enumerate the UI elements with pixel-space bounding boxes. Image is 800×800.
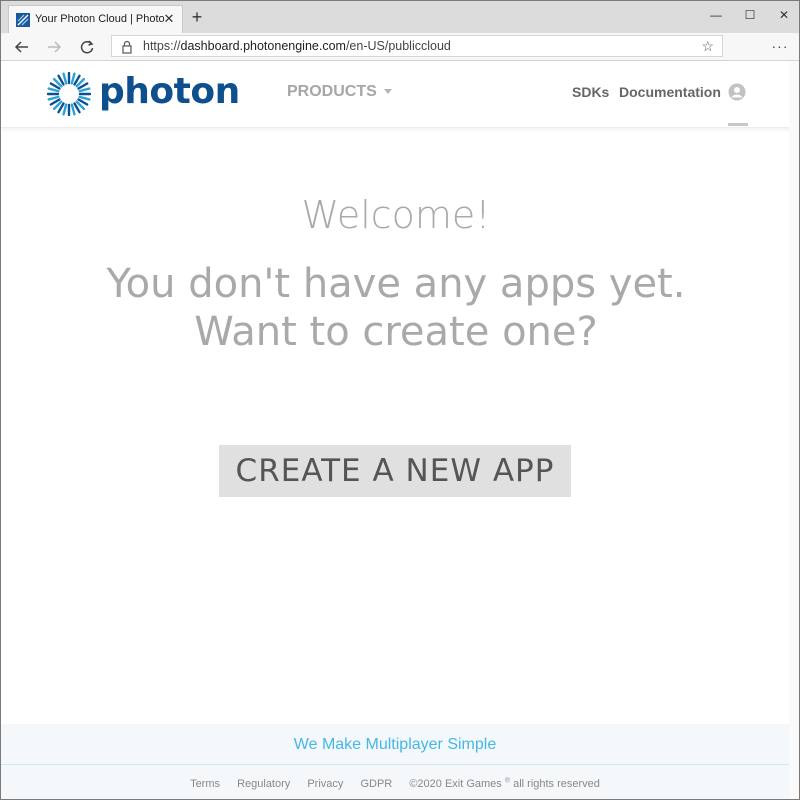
browser-menu-icon[interactable]: ··· bbox=[769, 36, 791, 58]
nav-sdks-link[interactable]: SDKs bbox=[572, 84, 609, 100]
footer-links: Terms Regulatory Privacy GDPR ©2020 Exit… bbox=[1, 777, 789, 790]
close-window-button[interactable]: ✕ bbox=[766, 1, 799, 29]
active-indicator bbox=[728, 123, 748, 126]
back-arrow-icon bbox=[14, 41, 28, 53]
products-menu[interactable]: PRODUCTS bbox=[287, 83, 377, 101]
logo-ray bbox=[62, 72, 68, 85]
logo-ray bbox=[70, 72, 76, 85]
logo-text: photon bbox=[99, 71, 240, 112]
tab-title: Your Photon Cloud | Photon Engine bbox=[35, 13, 165, 25]
tab-close-icon[interactable]: ✕ bbox=[161, 11, 177, 27]
favorite-star-icon[interactable]: ☆ bbox=[701, 38, 714, 55]
logo-ray bbox=[78, 87, 91, 93]
lock-icon bbox=[122, 40, 132, 54]
refresh-button[interactable] bbox=[76, 36, 98, 58]
caret-down-icon bbox=[384, 89, 392, 94]
logo-ray bbox=[78, 95, 91, 101]
photon-logo[interactable]: photon bbox=[47, 69, 240, 119]
logo-ray bbox=[62, 103, 68, 116]
tagline-text: We Make Multiplayer Simple bbox=[293, 736, 497, 753]
url-text: https://dashboard.photonengine.com/en-US… bbox=[143, 39, 451, 53]
site-header: photon PRODUCTS SDKs Documentation bbox=[1, 61, 799, 128]
minimize-button[interactable]: — bbox=[698, 1, 734, 29]
footer-links-bar: Terms Regulatory Privacy GDPR ©2020 Exit… bbox=[1, 765, 799, 799]
forward-button[interactable] bbox=[43, 36, 65, 58]
photon-favicon-icon bbox=[16, 13, 30, 27]
no-apps-message: You don't have any apps yet. bbox=[106, 261, 686, 307]
browser-tab[interactable]: Your Photon Cloud | Photon Engine ✕ bbox=[8, 5, 183, 33]
tab-strip: Your Photon Cloud | Photon Engine ✕ + — … bbox=[1, 1, 799, 33]
refresh-icon bbox=[80, 40, 94, 54]
footer-link-regulatory[interactable]: Regulatory bbox=[237, 778, 290, 790]
nav-documentation-link[interactable]: Documentation bbox=[619, 84, 721, 100]
address-bar[interactable]: https://dashboard.photonengine.com/en-US… bbox=[111, 35, 723, 57]
browser-toolbar: https://dashboard.photonengine.com/en-US… bbox=[1, 33, 799, 61]
new-tab-button[interactable]: + bbox=[187, 8, 207, 28]
user-account-icon[interactable] bbox=[728, 83, 746, 101]
photon-logo-icon bbox=[47, 72, 91, 116]
footer-link-terms[interactable]: Terms bbox=[190, 778, 220, 790]
welcome-heading: Welcome! bbox=[301, 193, 491, 237]
scrollbar[interactable] bbox=[789, 61, 799, 799]
logo-ray bbox=[47, 87, 60, 93]
copyright-text: ©2020 Exit Games ® all rights reserved bbox=[409, 777, 600, 790]
footer-link-gdpr[interactable]: GDPR bbox=[360, 778, 392, 790]
create-new-app-button[interactable]: CREATE A NEW APP bbox=[219, 445, 571, 497]
browser-window: Your Photon Cloud | Photon Engine ✕ + — … bbox=[0, 0, 800, 800]
logo-ray bbox=[47, 95, 60, 101]
create-prompt-message: Want to create one? bbox=[194, 309, 598, 355]
logo-ray bbox=[70, 103, 76, 116]
back-button[interactable] bbox=[11, 36, 33, 58]
footer-link-privacy[interactable]: Privacy bbox=[307, 778, 343, 790]
footer-tagline-bar: We Make Multiplayer Simple bbox=[1, 724, 799, 765]
maximize-button[interactable]: ☐ bbox=[732, 1, 768, 29]
forward-arrow-icon bbox=[48, 41, 62, 53]
